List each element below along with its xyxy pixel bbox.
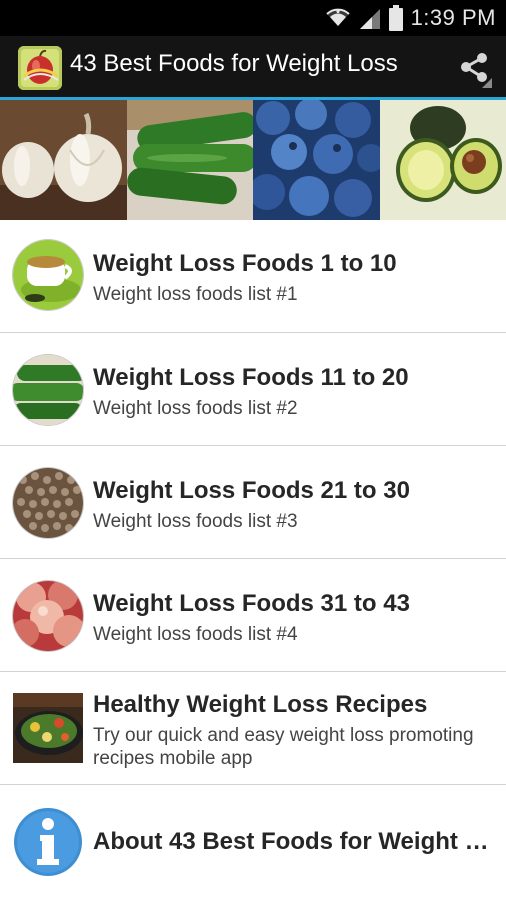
- list-item-foods-11-20[interactable]: Weight Loss Foods 11 to 20 Weight loss f…: [0, 333, 506, 446]
- action-bar: 43 Best Foods for Weight Loss: [0, 36, 506, 100]
- seeds-icon: [13, 468, 83, 538]
- green-tea-icon: [13, 240, 83, 310]
- list-item-foods-1-10[interactable]: Weight Loss Foods 1 to 10 Weight loss fo…: [0, 220, 506, 333]
- status-time: 1:39 PM: [411, 5, 496, 31]
- app-title: 43 Best Foods for Weight Loss: [70, 50, 398, 78]
- signal-icon: [359, 6, 381, 30]
- menu-list: Weight Loss Foods 1 to 10 Weight loss fo…: [0, 220, 506, 910]
- share-button[interactable]: [456, 50, 492, 88]
- wifi-icon: [325, 6, 351, 30]
- list-item-subtitle: Weight loss foods list #1: [93, 283, 498, 306]
- list-item-title: Weight Loss Foods 21 to 30: [93, 477, 493, 505]
- list-item-foods-31-43[interactable]: Weight Loss Foods 31 to 43 Weight loss f…: [0, 559, 506, 672]
- info-icon: [13, 807, 83, 877]
- list-item-about[interactable]: About 43 Best Foods for Weight Loss: [0, 785, 506, 910]
- avocado-image: [380, 100, 506, 220]
- share-icon: [456, 50, 492, 88]
- list-item-recipes[interactable]: Healthy Weight Loss Recipes Try our quic…: [0, 672, 506, 785]
- list-item-title: About 43 Best Foods for Weight Loss: [93, 828, 493, 856]
- battery-icon: [389, 5, 403, 31]
- peaches-icon: [13, 581, 83, 651]
- status-bar: 1:39 PM: [0, 0, 506, 36]
- garlic-image: [0, 100, 127, 220]
- list-item-title: Weight Loss Foods 11 to 20: [93, 364, 493, 392]
- list-item-subtitle: Weight loss foods list #4: [93, 623, 498, 646]
- list-item-title: Weight Loss Foods 1 to 10: [93, 250, 493, 278]
- list-item-title: Healthy Weight Loss Recipes: [93, 691, 493, 719]
- list-item-subtitle: Weight loss foods list #2: [93, 397, 498, 420]
- recipe-dish-icon: [13, 693, 83, 763]
- app-logo-icon[interactable]: [18, 46, 62, 90]
- cucumbers-image: [127, 100, 254, 220]
- cucumber-icon: [13, 355, 83, 425]
- list-item-foods-21-30[interactable]: Weight Loss Foods 21 to 30 Weight loss f…: [0, 446, 506, 559]
- list-item-subtitle: Try our quick and easy weight loss promo…: [93, 724, 498, 770]
- food-banner: [0, 100, 506, 220]
- list-item-subtitle: Weight loss foods list #3: [93, 510, 498, 533]
- blueberries-image: [253, 100, 380, 220]
- status-icons: 1:39 PM: [325, 0, 496, 36]
- list-item-title: Weight Loss Foods 31 to 43: [93, 590, 493, 618]
